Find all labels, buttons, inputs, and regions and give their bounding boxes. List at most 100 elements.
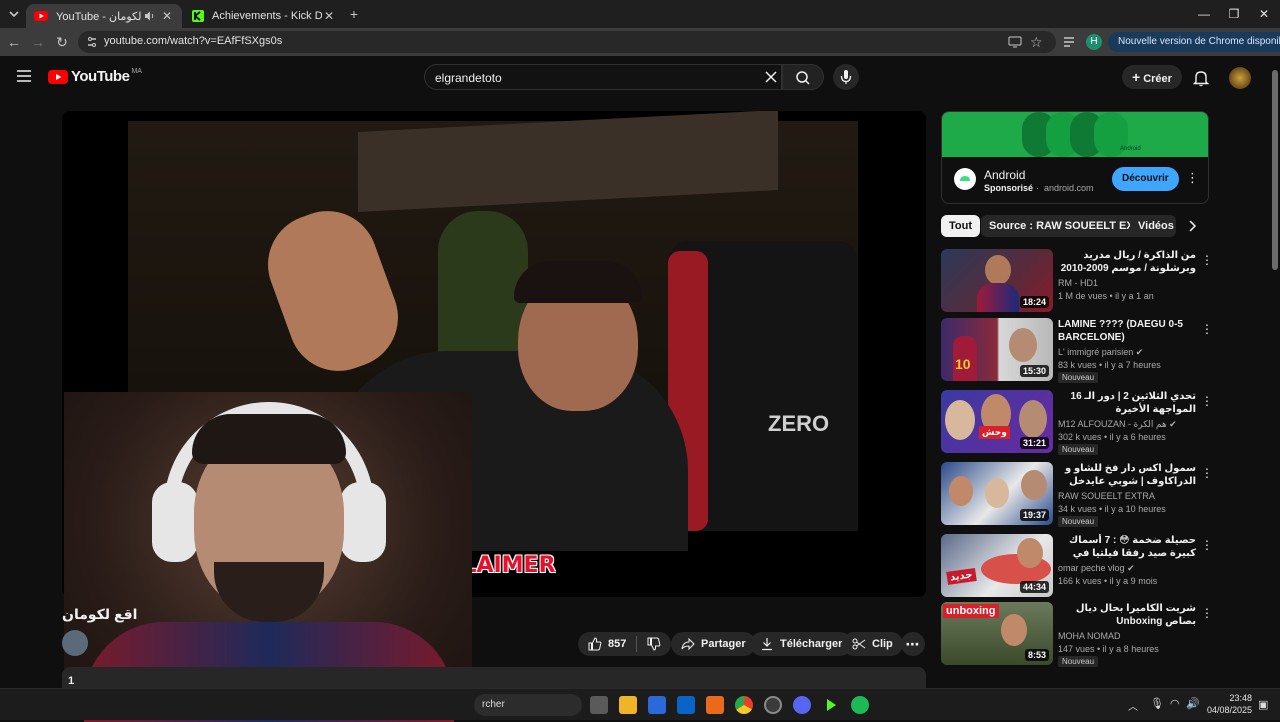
video-menu-icon[interactable]: ⋮ <box>1201 320 1213 336</box>
share-button[interactable]: Partager <box>671 632 756 656</box>
browser-tab-kick[interactable]: Achievements - Kick Dashboard ✕ <box>184 4 344 28</box>
bookmark-star-icon[interactable]: ☆ <box>1030 34 1043 51</box>
youtube-logo[interactable]: YouTube MA <box>48 68 142 85</box>
restore-icon[interactable]: ❐ <box>1220 4 1248 24</box>
sponsored-ad-card[interactable]: Android Android Sponsorisé · android.com… <box>941 111 1209 204</box>
channel-avatar[interactable] <box>62 630 88 656</box>
wifi-icon[interactable]: ◠ <box>1170 697 1180 710</box>
kick-icon[interactable] <box>822 696 840 714</box>
video-title[interactable]: من الذاكرة / ريال مدريد وبرشلونة / موسم … <box>1058 249 1196 275</box>
spotify-icon[interactable] <box>851 696 869 714</box>
clear-search-icon[interactable] <box>763 69 779 85</box>
video-title[interactable]: حصيلة ضخمة 😳 : 7 أسماك كبيرة صيد رفقا في… <box>1058 534 1196 560</box>
video-meta: 34 k vues • il y a 10 heures <box>1058 504 1166 514</box>
create-button[interactable]: + Créer <box>1122 65 1182 89</box>
tab-close-icon[interactable]: ✕ <box>322 9 336 23</box>
profile-avatar[interactable]: H <box>1086 34 1102 50</box>
search-icon <box>796 71 810 85</box>
ad-cta-button[interactable]: Découvrir <box>1112 167 1179 191</box>
video-thumbnail[interactable]: جديد 44:34 <box>941 534 1053 597</box>
reading-list-icon[interactable] <box>1060 32 1080 52</box>
scrollbar-thumb[interactable] <box>1272 70 1278 270</box>
video-menu-icon[interactable]: ⋮ <box>1201 392 1213 408</box>
hamburger-menu-icon[interactable] <box>16 69 32 83</box>
video-menu-icon[interactable]: ⋮ <box>1201 464 1213 480</box>
recommendation-item[interactable]: 19:37 سمول اكس دار فخ للشاو و الدراكاوف … <box>941 462 1213 527</box>
voice-search-button[interactable] <box>833 64 859 90</box>
tab-search-icon[interactable] <box>4 4 24 24</box>
channel-name[interactable]: M12 ALFOUZAN - هم الكرة ✔ <box>1058 419 1177 430</box>
like-button[interactable]: 857 <box>578 632 672 656</box>
tab-close-icon[interactable]: ✕ <box>160 9 174 23</box>
new-tab-icon[interactable]: + <box>344 4 364 24</box>
taskbar-clock[interactable]: 23:48 04/08/2025 <box>1200 692 1252 716</box>
person-hair <box>514 261 642 303</box>
reload-icon[interactable]: ↻ <box>52 32 72 52</box>
video-title[interactable]: LAMINE ???? (DAEGU 0-5 BARCELONE) <box>1058 318 1196 344</box>
install-app-icon[interactable] <box>1008 35 1022 49</box>
channel-name[interactable]: omar peche vlog ✔ <box>1058 563 1135 574</box>
clip-button[interactable]: Clip <box>842 632 903 656</box>
channel-name[interactable]: RAW SOUEELT EXTRA <box>1058 491 1155 501</box>
taskbar-search[interactable]: rcher <box>474 694 582 716</box>
minimize-icon[interactable]: — <box>1190 4 1218 24</box>
volume-icon[interactable]: 🔊 <box>1186 697 1200 710</box>
chrome-update-button[interactable]: Nouvelle version de Chrome disponible ⋮ <box>1108 32 1280 52</box>
download-button[interactable]: Télécharger <box>750 632 853 656</box>
video-duration: 31:21 <box>1019 437 1049 449</box>
microphone-tray-icon[interactable]: 🎙 <box>1150 697 1164 710</box>
close-window-icon[interactable]: ✕ <box>1250 4 1278 24</box>
channel-name[interactable]: RM - HD1 <box>1058 278 1098 288</box>
ad-menu-icon[interactable]: ⋮ <box>1186 170 1199 186</box>
store-icon[interactable] <box>648 696 666 714</box>
recommendation-item[interactable]: 18:24 من الذاكرة / ريال مدريد وبرشلونة /… <box>941 249 1213 313</box>
android-logo-icon <box>954 168 976 190</box>
recommendation-item[interactable]: unboxing 8:53 شريت الكاميرا بحال ديال بص… <box>941 602 1213 667</box>
site-info-icon[interactable] <box>86 36 98 48</box>
recommendation-item[interactable]: 10 15:30 LAMINE ???? (DAEGU 0-5 BARCELON… <box>941 318 1213 383</box>
video-menu-icon[interactable]: ⋮ <box>1201 536 1213 552</box>
video-thumbnail[interactable]: 18:24 <box>941 249 1053 312</box>
tray-chevron-icon[interactable]: ︿ <box>1128 698 1138 713</box>
app-icon[interactable] <box>706 696 724 714</box>
task-view-icon[interactable] <box>590 696 608 714</box>
search-input[interactable]: elgrandetoto <box>424 64 782 90</box>
search-button[interactable] <box>782 64 824 90</box>
chips-next-icon[interactable] <box>1186 219 1198 233</box>
speaker-icon[interactable] <box>144 10 156 22</box>
recommendation-item[interactable]: جديد 44:34 حصيلة ضخمة 😳 : 7 أسماك كبيرة … <box>941 534 1213 598</box>
more-actions-button[interactable]: ⋯ <box>901 632 925 656</box>
ad-banner[interactable]: Android <box>942 112 1208 157</box>
back-icon[interactable]: ← <box>4 32 24 52</box>
outlook-icon[interactable] <box>677 696 695 714</box>
channel-name[interactable]: L' immigré parisien ✔ <box>1058 347 1143 358</box>
streamer-hair <box>192 414 346 464</box>
chrome-icon[interactable] <box>735 696 753 714</box>
channel-name[interactable]: MOHA NOMAD <box>1058 631 1121 641</box>
recommendation-item[interactable]: وحش 31:21 تحدي الثلاثين 2 | دور الـ 16 ا… <box>941 390 1213 455</box>
video-title[interactable]: شريت الكاميرا بحال ديال بصاص Unboxing <box>1058 602 1196 628</box>
video-thumbnail[interactable]: وحش 31:21 <box>941 390 1053 453</box>
chip-all[interactable]: Tout <box>941 215 981 237</box>
thumbs-down-icon[interactable] <box>647 637 661 651</box>
notification-center-icon[interactable]: ▣ <box>1258 698 1268 711</box>
video-title[interactable]: تحدي الثلاثين 2 | دور الـ 16 المواجهة ال… <box>1058 390 1196 416</box>
new-badge: Nouveau <box>1058 444 1099 455</box>
video-menu-icon[interactable]: ⋮ <box>1201 604 1213 620</box>
video-menu-icon[interactable]: ⋮ <box>1201 251 1213 267</box>
chip-videos[interactable]: Vidéos s <box>1130 215 1176 237</box>
obs-icon[interactable] <box>764 696 782 714</box>
video-thumbnail[interactable]: 19:37 <box>941 462 1053 525</box>
account-avatar[interactable] <box>1229 67 1251 89</box>
address-bar[interactable]: youtube.com/watch?v=EAfFfSXgs0s ☆ <box>78 31 1056 53</box>
video-thumbnail[interactable]: unboxing 8:53 <box>941 602 1053 665</box>
discord-icon[interactable] <box>793 696 811 714</box>
browser-tab-youtube[interactable]: YouTube - شنو واقع لكومان ✕ <box>26 4 182 28</box>
video-title[interactable]: سمول اكس دار فخ للشاو و الدراكاوف | شوبي… <box>1058 462 1196 488</box>
forward-icon[interactable]: → <box>28 32 48 52</box>
video-thumbnail[interactable]: 10 15:30 <box>941 318 1053 381</box>
thumbnail-caption: unboxing <box>943 604 999 618</box>
file-explorer-icon[interactable] <box>619 696 637 714</box>
notifications-bell-icon[interactable] <box>1193 69 1209 87</box>
page-scrollbar[interactable] <box>1270 56 1280 688</box>
